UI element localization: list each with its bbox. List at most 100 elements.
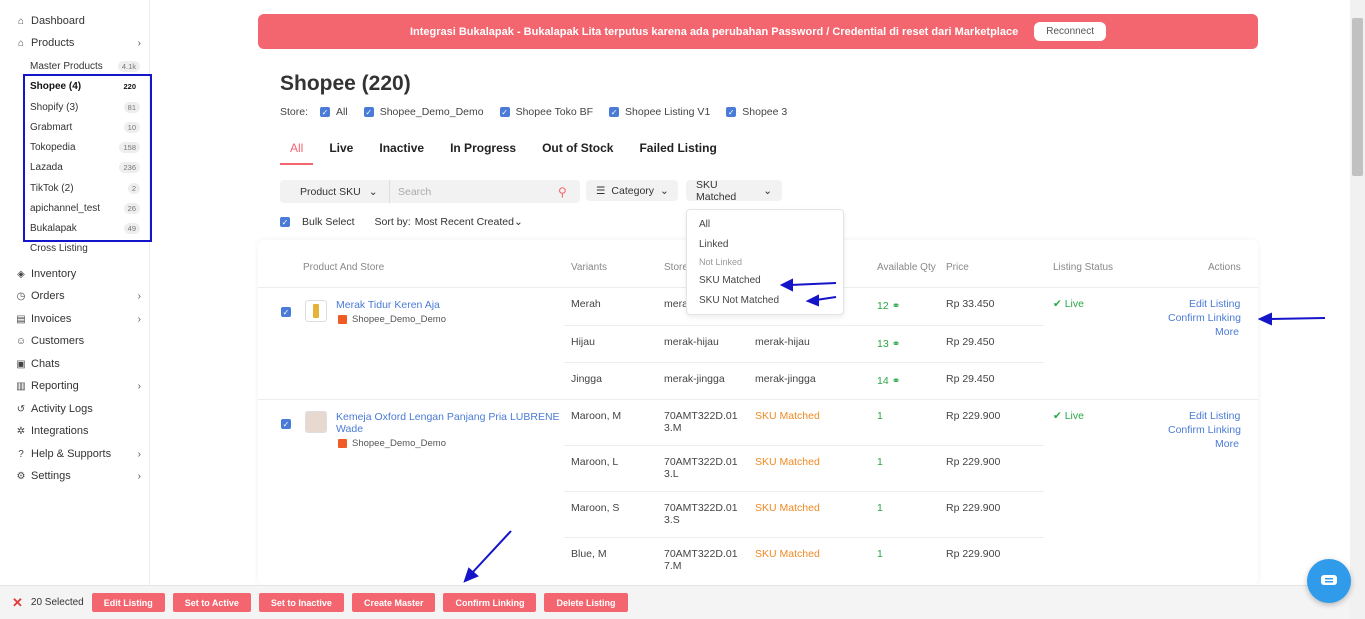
header-status: Listing Status [1053,262,1114,273]
users-icon: ☺ [15,335,27,347]
divider [564,537,1044,538]
store-checkbox-all[interactable]: ✓ All [320,106,348,118]
chat-widget-button[interactable] [1307,559,1351,603]
header-product: Product And Store [303,262,385,273]
sidebar-item-master-products[interactable]: Master Products 4.1k [30,57,140,75]
dropdown-option-all[interactable]: All [699,219,710,230]
dropdown-option-sku-not-matched[interactable]: SKU Not Matched [699,295,779,306]
link-icon: ⚭ [891,375,901,387]
status-badge: ✔ Live [1053,298,1084,310]
sliders-icon: ☰ [596,184,606,197]
search-icon[interactable]: ⚲ [558,185,580,199]
row-checkbox[interactable]: ✓ [281,419,291,429]
header-variants: Variants [571,262,607,273]
store-checkbox-shopee-toko-bf[interactable]: ✓ Shopee Toko BF [499,106,593,118]
header-qty: Available Qty [877,262,936,273]
header-price: Price [946,262,969,273]
qty-value[interactable]: 12 ⚭ [877,300,900,312]
search-filter: Product SKU ⌄ Search ⚲ [280,180,580,203]
invoice-icon: ▤ [16,313,26,325]
chevron-down-icon: ⌄ [763,184,772,197]
link-icon: ⚭ [891,300,901,312]
tab-all[interactable]: All [280,138,314,165]
tab-live[interactable]: Live [319,138,363,165]
nav-activity-logs[interactable]: ↺ Activity Logs [15,400,143,418]
bulk-action-bar: ✕ 20 Selected Edit Listing Set to Active… [0,585,1365,619]
more-link[interactable]: More [1215,326,1239,338]
category-filter[interactable]: ☰ Category ⌄ [586,180,678,201]
nav-products[interactable]: ⌂ Products › [15,34,143,52]
checkbox-icon: ✓ [609,107,620,117]
sort-select[interactable]: Most Recent Created [415,216,514,228]
product-name-link[interactable]: Merak Tidur Keren Aja [336,299,440,311]
header-actions: Actions [1208,262,1241,273]
nav-invoices[interactable]: ▤ Invoices › [15,310,143,328]
nav-customers[interactable]: ☺ Customers [15,332,143,350]
status-badge: ✔ Live [1053,410,1084,422]
integration-icon: ✲ [16,425,26,437]
bulk-confirm-linking-button[interactable]: Confirm Linking [443,593,537,612]
chevron-down-icon: ⌄ [513,216,523,228]
scrollbar-thumb[interactable] [1352,18,1363,176]
search-field-select[interactable]: Product SKU ⌄ [280,180,390,203]
nav-inventory[interactable]: ◈ Inventory [15,265,143,283]
nav-reporting[interactable]: ▥ Reporting › [15,377,143,395]
sku-filter[interactable]: SKU Matched ⌄ [686,179,782,203]
header-store: Store [664,262,688,273]
dropdown-option-linked[interactable]: Linked [699,239,728,250]
box-icon: ◈ [17,268,25,280]
nav-integrations[interactable]: ✲ Integrations [15,422,143,440]
row-checkbox[interactable]: ✓ [281,307,291,317]
store-checkbox-shopee-demo[interactable]: ✓ Shopee_Demo_Demo [363,106,484,118]
qty-value[interactable]: 14 ⚭ [877,375,900,387]
reconnect-button[interactable]: Reconnect [1034,22,1107,41]
bulk-select-checkbox[interactable]: ✓ [280,217,290,227]
link-icon: ⚭ [891,338,901,350]
chevron-right-icon: › [137,290,141,302]
qty-value[interactable]: 13 ⚭ [877,338,900,350]
sku-dropdown-menu: All Linked Not Linked SKU Matched SKU No… [686,209,844,315]
chevron-right-icon: › [137,470,141,482]
tab-inactive[interactable]: Inactive [369,138,434,165]
tab-in-progress[interactable]: In Progress [440,138,526,165]
confirm-linking-link[interactable]: Confirm Linking [1168,424,1241,436]
set-to-active-button[interactable]: Set to Active [172,593,251,612]
checkbox-icon: ✓ [320,107,331,117]
help-icon: ? [18,448,24,460]
annotation-arrowhead [1257,312,1272,326]
product-store: Shopee_Demo_Demo [338,314,446,325]
tab-failed-listing[interactable]: Failed Listing [629,138,726,165]
alert-banner: Integrasi Bukalapak - Bukalapak Lita ter… [258,14,1258,49]
nav-orders[interactable]: ◷ Orders › [15,287,143,305]
bulk-edit-listing-button[interactable]: Edit Listing [91,593,165,612]
banner-text: Integrasi Bukalapak - Bukalapak Lita ter… [409,25,1019,38]
more-link[interactable]: More [1215,438,1239,450]
nav-chats[interactable]: ▣ Chats [15,355,143,373]
dropdown-option-sku-matched[interactable]: SKU Matched [699,275,761,286]
store-checkbox-shopee-listing-v1[interactable]: ✓ Shopee Listing V1 [609,106,710,118]
nav-settings[interactable]: ⚙ Settings › [15,467,143,485]
delete-listing-button[interactable]: Delete Listing [544,593,628,612]
divider [564,362,1044,363]
shopee-bag-icon [338,439,347,448]
tab-out-of-stock[interactable]: Out of Stock [532,138,623,165]
store-checkbox-shopee-3[interactable]: ✓ Shopee 3 [726,106,787,118]
shopee-bag-icon [338,315,347,324]
chat-icon: ▣ [16,358,26,370]
close-icon[interactable]: ✕ [12,595,23,611]
edit-listing-link[interactable]: Edit Listing [1189,298,1240,310]
tag-icon: ⌂ [17,37,25,49]
nav-dashboard[interactable]: ⌂ Dashboard [15,12,143,30]
product-name-link[interactable]: Kemeja Oxford Lengan Panjang Pria LUBREN… [336,411,561,435]
bar-chart-icon: ▥ [16,380,26,392]
checkbox-icon: ✓ [726,107,737,117]
gear-icon: ⚙ [16,470,26,482]
search-input[interactable]: Search [390,186,558,198]
create-master-button[interactable]: Create Master [351,593,436,612]
nav-help[interactable]: ? Help & Supports › [15,445,143,463]
set-to-inactive-button[interactable]: Set to Inactive [258,593,344,612]
confirm-linking-link[interactable]: Confirm Linking [1168,312,1241,324]
history-icon: ↺ [16,403,26,415]
product-thumbnail [305,411,327,433]
edit-listing-link[interactable]: Edit Listing [1189,410,1240,422]
